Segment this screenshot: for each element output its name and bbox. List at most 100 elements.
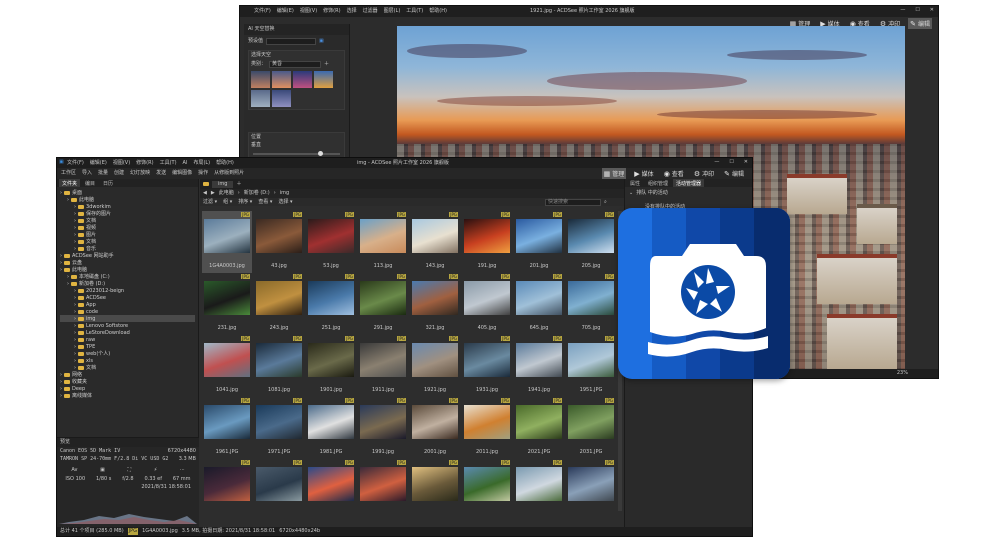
toolbar-item[interactable]: 发送	[156, 170, 166, 177]
tab-2[interactable]: 日历	[100, 179, 116, 187]
preset-dropdown[interactable]	[266, 38, 317, 45]
menu-item[interactable]: 帮助(H)	[216, 160, 234, 167]
tree-item[interactable]: › code	[60, 308, 195, 315]
sky-thumb[interactable]	[293, 71, 312, 88]
expand-icon[interactable]: ›	[74, 302, 76, 308]
sky-thumb[interactable]	[251, 90, 270, 107]
menu-item[interactable]: 修饰(R)	[323, 8, 340, 15]
menu-item[interactable]: 工具(T)	[160, 160, 177, 167]
menu-item[interactable]: 帮助(H)	[429, 8, 447, 15]
thumbnail[interactable]: JPG	[358, 459, 408, 521]
toolbar-item[interactable]: 操作	[198, 170, 208, 177]
filter-item[interactable]: 组 ▾	[223, 199, 232, 206]
thumbnail[interactable]: JPG 1941.jpg	[514, 335, 564, 397]
expand-icon[interactable]: ›	[74, 351, 76, 357]
expand-icon[interactable]: ›	[60, 379, 62, 385]
tree-item[interactable]: › raw	[60, 336, 195, 343]
thumbnail[interactable]: JPG 1931.jpg	[462, 335, 512, 397]
sky-thumb[interactable]	[314, 71, 333, 88]
filter-item[interactable]: 过滤 ▾	[203, 199, 217, 206]
toolbar-item[interactable]: 导入	[82, 170, 92, 177]
thumbnail[interactable]: JPG 251.jpg	[306, 273, 356, 335]
menu-item[interactable]: 文件(F)	[254, 8, 271, 15]
expand-icon[interactable]: ›	[74, 211, 76, 217]
thumbnail[interactable]: JPG 53.jpg	[306, 211, 356, 273]
tab-1[interactable]: 编目	[82, 179, 98, 187]
path-tab[interactable]: img	[212, 180, 234, 188]
menu-item[interactable]: AI	[183, 160, 188, 167]
thumbnail[interactable]: JPG	[410, 459, 460, 521]
menu-item[interactable]: 视图(V)	[300, 8, 317, 15]
tree-item[interactable]: › 网络	[60, 371, 195, 379]
toolbar-item[interactable]: 批量	[98, 170, 108, 177]
expand-icon[interactable]: ›	[74, 232, 76, 238]
thumbnail[interactable]: JPG	[306, 459, 356, 521]
tree-item[interactable]: › 离线媒体	[60, 392, 195, 400]
thumbnail[interactable]: JPG 1081.jpg	[254, 335, 304, 397]
tree-item[interactable]: › 3dworkim	[60, 203, 195, 210]
tab-0[interactable]: 文件夹	[59, 179, 81, 187]
filter-item[interactable]: 查看 ▾	[258, 199, 272, 206]
tab-0[interactable]: 属性	[627, 179, 643, 187]
expand-icon[interactable]: ›	[60, 267, 62, 273]
tree-item[interactable]: › 此电脑	[60, 196, 195, 204]
thumbnail[interactable]: JPG 321.jpg	[410, 273, 460, 335]
close-icon[interactable]: ✕	[744, 159, 748, 166]
nav-back-icon[interactable]: ◀	[203, 190, 207, 197]
thumbnail[interactable]: JPG 113.jpg	[358, 211, 408, 273]
tree-item[interactable]: › xls	[60, 357, 195, 364]
thumbnail[interactable]: JPG 1921.jpg	[410, 335, 460, 397]
maximize-icon[interactable]: ☐	[729, 159, 733, 166]
close-icon[interactable]: ✕	[930, 7, 934, 14]
save-preset-icon[interactable]: ▣	[319, 38, 324, 45]
tab-2[interactable]: 活动管理器	[673, 179, 705, 187]
vertical-slider[interactable]	[253, 151, 340, 156]
expand-icon[interactable]: ›	[74, 246, 76, 252]
toolbar-item[interactable]: 编辑图像	[172, 170, 192, 177]
menu-item[interactable]: 编辑(E)	[90, 160, 107, 167]
menu-item[interactable]: 视图(V)	[113, 160, 130, 167]
expand-icon[interactable]: ›	[60, 372, 62, 378]
expand-icon[interactable]: ›	[74, 239, 76, 245]
mode-media[interactable]: ▶ 媒体	[632, 168, 655, 179]
tree-item[interactable]: › 本地磁盘 (C:)	[60, 273, 195, 281]
tree-item[interactable]: › 音乐	[60, 245, 195, 253]
toolbar-item[interactable]: 工作区	[61, 170, 76, 177]
filter-item[interactable]: 排序 ▾	[238, 199, 252, 206]
quick-search-input[interactable]: 快速搜索	[545, 198, 601, 206]
tree-item[interactable]: › 云盘	[60, 259, 195, 267]
thumbnail[interactable]: JPG	[462, 459, 512, 521]
tree-item[interactable]: › ACDSee 网站助手	[60, 252, 195, 260]
thumbnail[interactable]: JPG 2021.JPG	[514, 397, 564, 459]
nav-forward-icon[interactable]: ▶	[211, 190, 215, 197]
menu-item[interactable]: 修饰(R)	[136, 160, 153, 167]
thumbnail[interactable]: JPG	[566, 459, 616, 521]
expand-icon[interactable]: ›	[67, 197, 69, 203]
thumbnail[interactable]: JPG 1041.jpg	[202, 335, 252, 397]
expand-icon[interactable]: ›	[74, 309, 76, 315]
menu-item[interactable]: 选择	[347, 8, 357, 15]
tree-item[interactable]: › 文档	[60, 364, 195, 372]
expand-icon[interactable]: ›	[67, 281, 69, 287]
tree-item[interactable]: › 2023012-beign	[60, 287, 195, 294]
expand-icon[interactable]: ›	[74, 295, 76, 301]
tree-item[interactable]: › Lenovo Softstore	[60, 322, 195, 329]
thumbnail[interactable]: JPG 1991.jpg	[358, 397, 408, 459]
breadcrumb-item[interactable]: 新加卷 (D:)	[244, 190, 270, 197]
expand-icon[interactable]: ›	[74, 218, 76, 224]
expand-icon[interactable]: ›	[74, 365, 76, 371]
expand-icon[interactable]: ›	[67, 274, 69, 280]
sky-thumb[interactable]	[272, 71, 291, 88]
menu-item[interactable]: 图层(L)	[384, 8, 401, 15]
mode-eye[interactable]: ◉ 查看	[662, 168, 686, 179]
expand-icon[interactable]: ›	[60, 386, 62, 392]
thumbnail[interactable]: JPG	[254, 459, 304, 521]
expand-icon[interactable]: ›	[74, 330, 76, 336]
minimize-icon[interactable]: —	[900, 7, 905, 14]
thumbnail[interactable]: JPG 1971.JPG	[254, 397, 304, 459]
minimize-icon[interactable]: —	[714, 159, 719, 166]
thumbnail[interactable]: JPG 1G4A0003.jpg	[202, 211, 252, 273]
expand-icon[interactable]: ›	[60, 253, 62, 259]
expand-icon[interactable]: ›	[74, 323, 76, 329]
maximize-icon[interactable]: ☐	[915, 7, 919, 14]
